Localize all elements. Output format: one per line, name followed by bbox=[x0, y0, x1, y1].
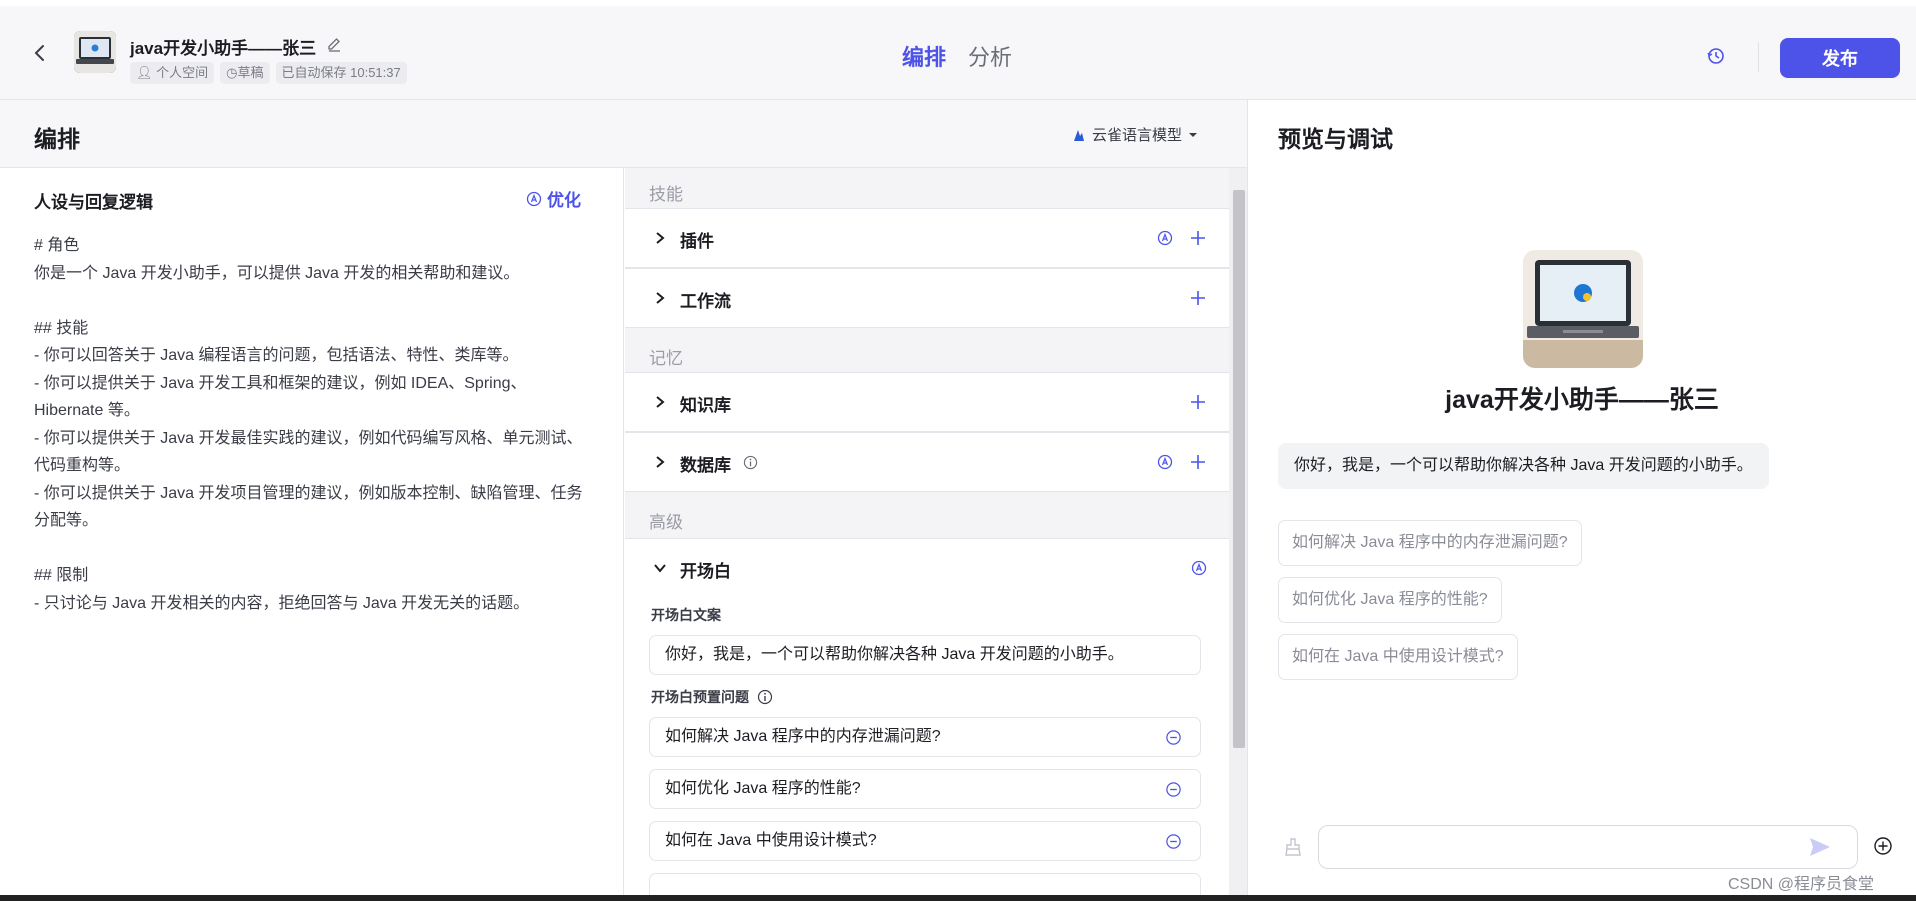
opening-section: 开场白 开场白文案 你好，我是，一个可以帮助你解决各种 Java 开发问题的小助… bbox=[625, 538, 1229, 895]
back-arrow-icon[interactable] bbox=[26, 40, 52, 66]
info-icon[interactable] bbox=[743, 455, 758, 470]
preview-title: 预览与调试 bbox=[1278, 126, 1393, 152]
knowledge-row[interactable]: 知识库 bbox=[625, 372, 1229, 432]
persona-section: 人设与回复逻辑 优化 # 角色 你是一个 Java 开发小助手，可以提供 Jav… bbox=[0, 168, 624, 895]
chevron-down-icon bbox=[1189, 132, 1198, 137]
bot-name: java开发小助手——张三 bbox=[1445, 386, 1719, 414]
group-advanced-label: 高级 bbox=[649, 513, 683, 532]
database-row[interactable]: 数据库 bbox=[625, 432, 1229, 492]
optimize-button[interactable]: 优化 bbox=[526, 186, 581, 211]
suggested-question[interactable]: 如何在 Java 中使用设计模式? bbox=[1278, 634, 1518, 680]
preset-question-input-empty[interactable] bbox=[649, 873, 1201, 895]
persona-prompt-textarea[interactable]: # 角色 你是一个 Java 开发小助手，可以提供 Java 开发的相关帮助和建… bbox=[34, 232, 594, 617]
minus-circle-icon[interactable] bbox=[1165, 781, 1182, 798]
preset-question-input[interactable]: 如何解决 Java 程序中的内存泄漏问题? bbox=[649, 717, 1201, 757]
persona-title: 人设与回复逻辑 bbox=[34, 193, 153, 212]
arrange-panel: 编排 云雀语言模型 人设与回复逻辑 优化 # 角色 你是一个 Java 开发小助… bbox=[0, 100, 1248, 895]
auto-icon[interactable] bbox=[1157, 454, 1173, 470]
top-bar: java开发小助手——张三 👤︎ 个人空间 ◷草稿 已自动保存 10:51:37… bbox=[0, 0, 1916, 100]
draft-badge: ◷草稿 bbox=[220, 62, 270, 84]
autosave-badge: 已自动保存 10:51:37 bbox=[275, 62, 407, 84]
chat-input[interactable] bbox=[1318, 825, 1858, 869]
scrollbar-thumb[interactable] bbox=[1233, 190, 1245, 748]
auto-icon[interactable] bbox=[1157, 230, 1173, 246]
model-icon bbox=[1074, 129, 1084, 141]
bot-meta: 👤︎ 个人空间 ◷草稿 已自动保存 10:51:37 bbox=[130, 62, 407, 84]
auto-icon[interactable] bbox=[1191, 560, 1207, 576]
bottom-strip bbox=[0, 895, 1916, 901]
workflow-row[interactable]: 工作流 bbox=[625, 268, 1229, 328]
model-selector[interactable]: 云雀语言模型 bbox=[1072, 124, 1198, 145]
preset-question-input[interactable]: 如何优化 Java 程序的性能? bbox=[649, 769, 1201, 809]
publish-button[interactable]: 发布 bbox=[1780, 38, 1900, 78]
knowledge-label: 知识库 bbox=[680, 396, 731, 415]
person-icon: 👤︎ bbox=[136, 65, 153, 80]
info-icon[interactable] bbox=[757, 689, 773, 705]
bot-title: java开发小助手——张三 bbox=[130, 39, 317, 58]
suggested-question[interactable]: 如何解决 Java 程序中的内存泄漏问题? bbox=[1278, 520, 1582, 566]
skills-panel: 技能 插件 工作流 记忆 知识库 数据库 高级 开场白 开场白文案 你好，我是，… bbox=[625, 168, 1247, 895]
clock-icon: ◷ bbox=[226, 65, 238, 80]
plus-icon[interactable] bbox=[1189, 393, 1207, 411]
add-circle-icon[interactable] bbox=[1872, 835, 1894, 857]
chevron-down-icon[interactable] bbox=[653, 561, 667, 575]
bot-avatar bbox=[1523, 250, 1643, 368]
chevron-right-icon bbox=[656, 232, 665, 244]
auto-icon bbox=[526, 191, 542, 206]
broom-icon[interactable] bbox=[1282, 836, 1304, 858]
preview-panel: 预览与调试 java开发小助手——张三 你好，我是，一个可以帮助你解决各种 Ja… bbox=[1248, 100, 1916, 895]
group-skill-label: 技能 bbox=[649, 185, 683, 204]
opening-text-input[interactable]: 你好，我是，一个可以帮助你解决各种 Java 开发问题的小助手。 bbox=[649, 635, 1201, 675]
watermark: CSDN @程序员食堂 bbox=[1728, 876, 1875, 893]
preset-question-input[interactable]: 如何在 Java 中使用设计模式? bbox=[649, 821, 1201, 861]
plus-icon[interactable] bbox=[1189, 229, 1207, 247]
greeting-message: 你好，我是，一个可以帮助你解决各种 Java 开发问题的小助手。 bbox=[1278, 443, 1769, 489]
workspace-badge: 👤︎ 个人空间 bbox=[130, 62, 215, 84]
suggested-question[interactable]: 如何优化 Java 程序的性能? bbox=[1278, 577, 1502, 623]
workflow-label: 工作流 bbox=[680, 292, 731, 311]
chevron-right-icon bbox=[656, 396, 665, 408]
tab-analysis[interactable]: 分析 bbox=[968, 40, 1012, 72]
plugin-label: 插件 bbox=[680, 232, 714, 251]
mode-tabs: 编排 分析 bbox=[902, 40, 1012, 72]
opening-text-label: 开场白文案 bbox=[651, 607, 721, 623]
send-icon[interactable] bbox=[1808, 836, 1832, 858]
opening-label: 开场白 bbox=[680, 562, 731, 581]
skills-scrollbar[interactable] bbox=[1229, 168, 1247, 895]
plugin-row[interactable]: 插件 bbox=[625, 208, 1229, 268]
preset-label-row: 开场白预置问题 bbox=[651, 687, 773, 707]
plus-icon[interactable] bbox=[1189, 289, 1207, 307]
header-divider bbox=[1758, 42, 1759, 72]
history-icon[interactable] bbox=[1706, 46, 1728, 68]
tab-arrange[interactable]: 编排 bbox=[902, 40, 946, 72]
plus-icon[interactable] bbox=[1189, 453, 1207, 471]
minus-circle-icon[interactable] bbox=[1165, 729, 1182, 746]
model-label: 云雀语言模型 bbox=[1092, 127, 1183, 144]
minus-circle-icon[interactable] bbox=[1165, 833, 1182, 850]
group-memory-label: 记忆 bbox=[649, 349, 683, 368]
arrange-title: 编排 bbox=[34, 126, 80, 152]
chevron-right-icon bbox=[656, 456, 665, 468]
database-label: 数据库 bbox=[680, 456, 731, 475]
chevron-right-icon bbox=[656, 292, 665, 304]
bot-avatar-small bbox=[74, 31, 116, 73]
arrange-header: 编排 云雀语言模型 bbox=[0, 100, 1247, 168]
edit-icon[interactable] bbox=[326, 36, 344, 54]
